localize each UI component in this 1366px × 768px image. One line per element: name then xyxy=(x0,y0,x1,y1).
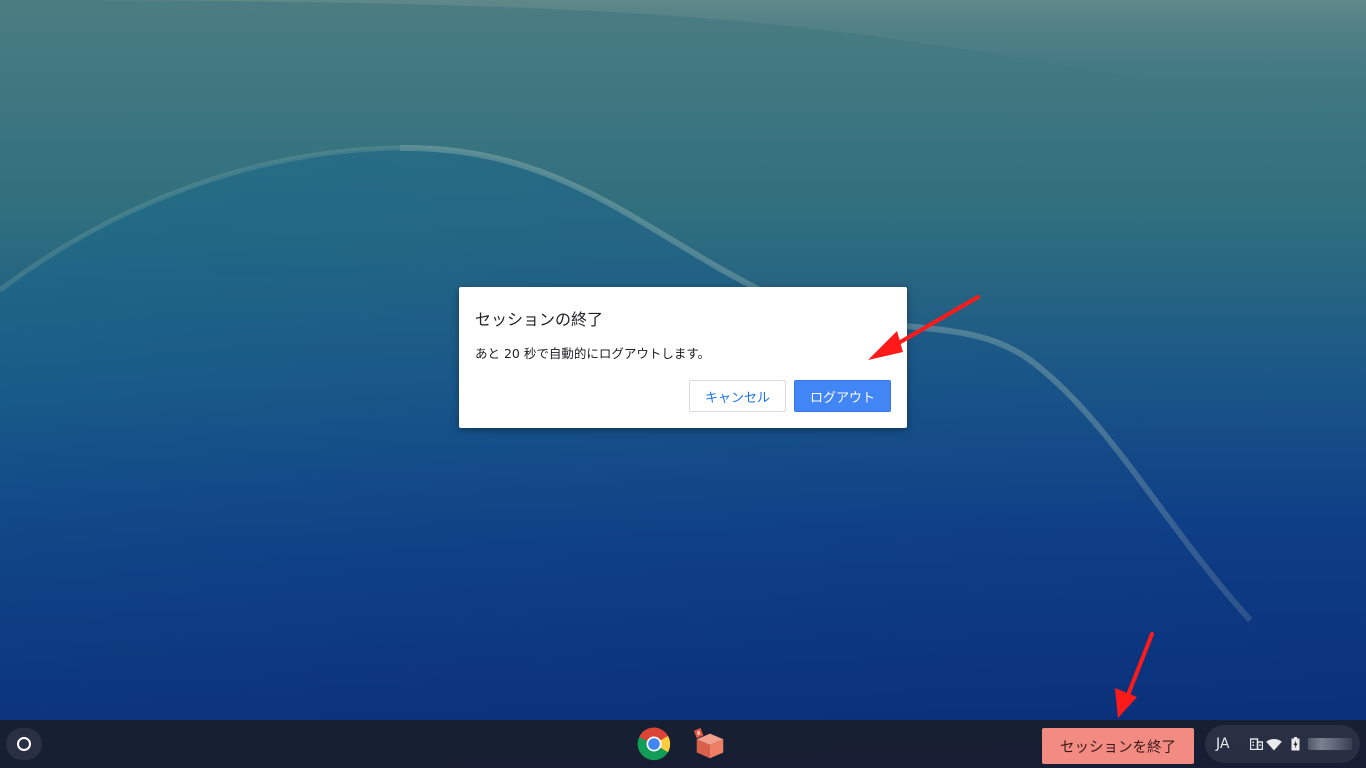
logout-button[interactable]: ログアウト xyxy=(794,380,891,412)
launcher-circle-icon xyxy=(17,737,31,751)
end-session-dialog: セッションの終了 あと 20 秒で自動的にログアウトします。 キャンセル ログア… xyxy=(459,287,907,428)
status-area[interactable]: JA xyxy=(1205,725,1360,763)
cancel-button[interactable]: キャンセル xyxy=(689,380,786,412)
clock-redacted xyxy=(1308,736,1352,752)
desktop: セッションの終了 あと 20 秒で自動的にログアウトします。 キャンセル ログア… xyxy=(0,0,1366,768)
shelf-app-chrome[interactable] xyxy=(636,726,672,762)
managed-org-icon xyxy=(1249,736,1263,752)
dialog-title: セッションの終了 xyxy=(475,310,604,329)
shelf: セッションを終了 JA xyxy=(0,720,1366,768)
launcher-button[interactable] xyxy=(6,728,42,760)
ime-indicator: JA xyxy=(1216,736,1230,752)
battery-icon xyxy=(1289,736,1301,752)
end-session-button[interactable]: セッションを終了 xyxy=(1042,728,1194,764)
dialog-message: あと 20 秒で自動的にログアウトします。 xyxy=(475,346,711,361)
wifi-icon xyxy=(1265,736,1283,752)
package-icon xyxy=(693,727,724,759)
chrome-icon xyxy=(637,727,671,761)
shelf-app-package[interactable] xyxy=(692,726,728,762)
